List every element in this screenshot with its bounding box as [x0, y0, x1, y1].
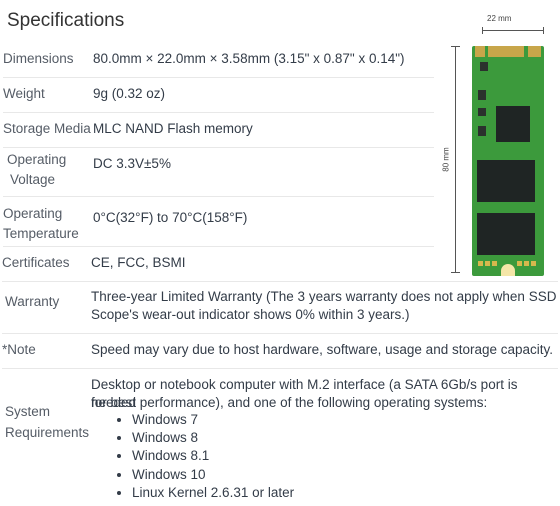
- spec-value-weight: 9g (0.32 oz): [93, 86, 166, 101]
- spec-label-operating-voltage-line2: Voltage: [10, 172, 56, 187]
- os-list-item: Windows 8.1: [132, 447, 294, 465]
- gold-contacts: [488, 46, 524, 57]
- component: [478, 90, 486, 100]
- spec-value-warranty-line1: Three-year Limited Warranty (The 3 years…: [91, 289, 557, 304]
- spec-value-system-requirements-line2: for best performance), and one of the fo…: [91, 395, 488, 410]
- length-dimension-tick: [451, 272, 460, 273]
- width-dimension-tick: [482, 27, 483, 34]
- mounting-notch: [501, 264, 515, 276]
- os-list-item: Linux Kernel 2.6.31 or later: [132, 484, 294, 502]
- row-divider: [3, 196, 434, 197]
- pad: [531, 261, 536, 266]
- row-divider: [3, 112, 434, 113]
- os-list-item: Windows 7: [132, 411, 294, 429]
- width-dimension-line: [482, 30, 544, 31]
- spec-label-system-requirements-line2: Requirements: [5, 425, 90, 440]
- length-dimension-label: 80 mm: [441, 147, 451, 172]
- spec-value-certificates: CE, FCC, BSMI: [91, 255, 186, 270]
- component: [478, 108, 486, 116]
- spec-value-note: Speed may vary due to host hardware, sof…: [91, 342, 554, 357]
- nand-chip: [477, 213, 535, 255]
- spec-value-warranty-line2: Scope's wear-out indicator shows 0% with…: [91, 307, 410, 322]
- pad: [517, 261, 522, 266]
- spec-label-certificates: Certificates: [2, 255, 70, 270]
- spec-value-operating-voltage: DC 3.3V±5%: [93, 156, 171, 171]
- spec-label-system-requirements-line1: System: [5, 404, 51, 419]
- ssd-board-image: [472, 46, 544, 276]
- row-divider: [2, 333, 558, 334]
- spec-label-dimensions: Dimensions: [3, 51, 74, 66]
- spec-label-note: *Note: [2, 342, 36, 357]
- row-divider: [2, 281, 558, 282]
- component: [478, 126, 486, 136]
- spec-value-storage-media: MLC NAND Flash memory: [93, 121, 253, 136]
- spec-value-dimensions: 80.0mm × 22.0mm × 3.58mm (3.15" x 0.87" …: [93, 51, 405, 66]
- spec-label-storage-media: Storage Media: [3, 121, 91, 136]
- row-divider: [3, 147, 434, 148]
- spec-label-operating-temperature-line1: Operating: [3, 206, 63, 221]
- os-list: Windows 7 Windows 8 Windows 8.1 Windows …: [115, 411, 294, 502]
- length-dimension-tick: [451, 46, 460, 47]
- component: [480, 62, 488, 71]
- pad: [492, 261, 497, 266]
- nand-chip: [477, 160, 535, 202]
- os-list-item: Windows 8: [132, 429, 294, 447]
- row-divider: [2, 368, 558, 369]
- os-list-item: Windows 10: [132, 466, 294, 484]
- length-dimension-line: [455, 46, 456, 273]
- row-divider: [3, 246, 434, 247]
- row-divider: [3, 77, 434, 78]
- spec-value-operating-temperature: 0°C(32°F) to 70°C(158°F): [93, 210, 248, 225]
- pad: [478, 261, 483, 266]
- gold-contacts: [475, 46, 485, 57]
- ssd-dimension-figure: 22 mm 80 mm: [440, 10, 560, 280]
- spec-label-weight: Weight: [3, 86, 45, 101]
- spec-label-operating-temperature-line2: Temperature: [3, 226, 79, 241]
- width-dimension-tick: [543, 27, 544, 34]
- spec-label-warranty: Warranty: [5, 294, 60, 309]
- pad: [524, 261, 529, 266]
- spec-label-operating-voltage-line1: Operating: [7, 152, 67, 167]
- gold-contacts: [528, 46, 541, 57]
- width-dimension-label: 22 mm: [487, 14, 512, 23]
- pad: [485, 261, 490, 266]
- page-title: Specifications: [7, 10, 125, 31]
- controller-chip: [496, 106, 530, 142]
